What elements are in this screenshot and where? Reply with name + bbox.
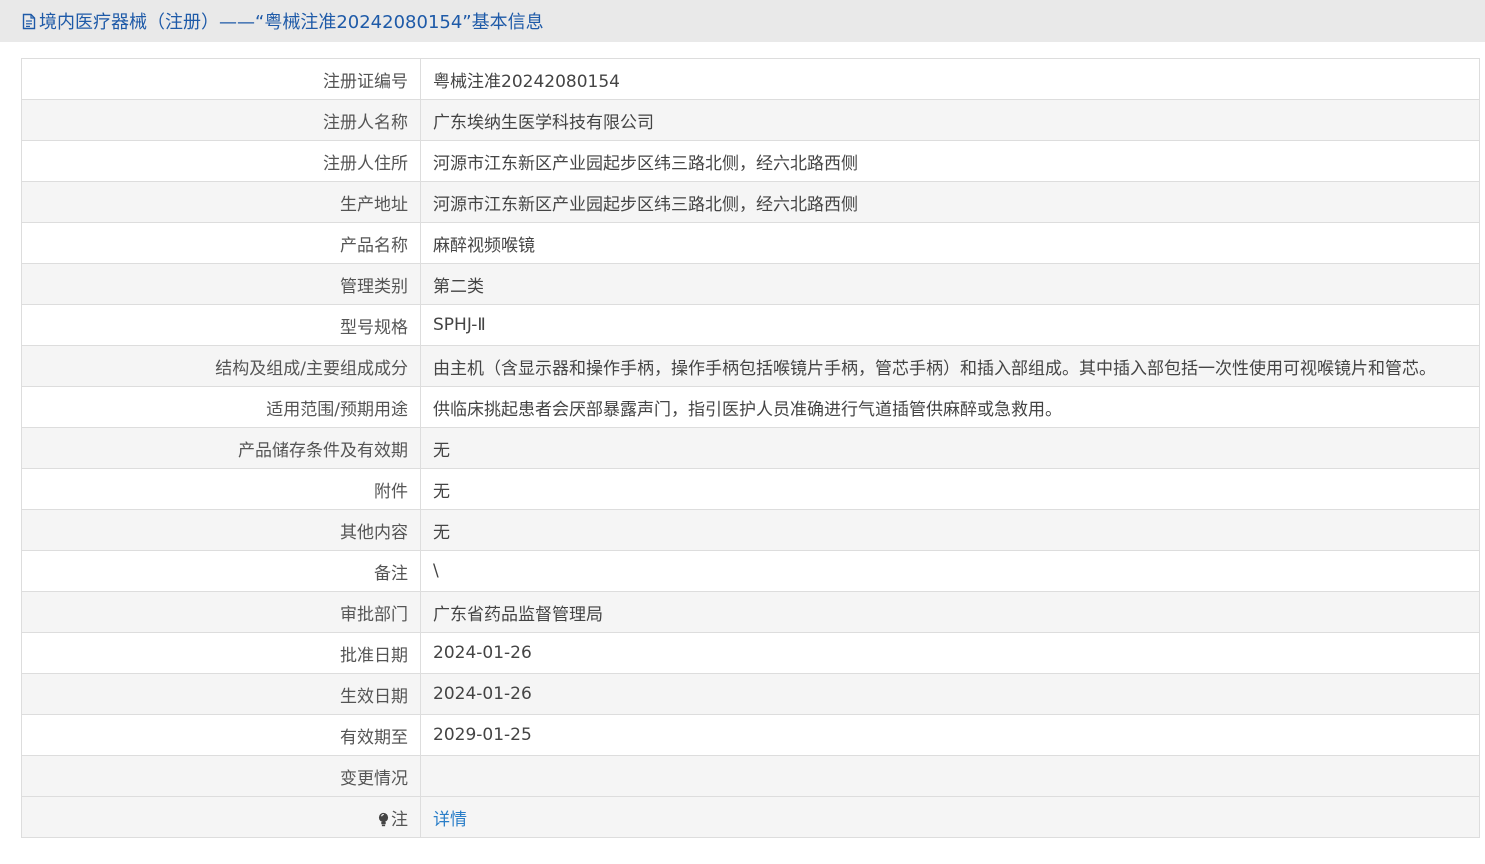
row-label: 批准日期	[21, 632, 421, 674]
info-table: 注册证编号 粤械注准20242080154 注册人名称 广东埃纳生医学科技有限公司 注册…	[21, 58, 1480, 838]
table-row: 变更情况	[21, 755, 1480, 797]
table-row: 生效日期 2024-01-26	[21, 673, 1480, 715]
row-value: 广东埃纳生医学科技有限公司	[420, 99, 1480, 141]
row-value: 2024-01-26	[420, 632, 1480, 674]
table-row: 适用范围/预期用途 供临床挑起患者会厌部暴露声门，指引医护人员准确进行气道插管供麻…	[21, 386, 1480, 428]
page-header: 境内医疗器械（注册）——“粤械注准20242080154”基本信息	[0, 0, 1485, 42]
detail-link[interactable]: 详情	[433, 810, 467, 830]
table-row: 注册人住所 河源市江东新区产业园起步区纬三路北侧，经六北路西侧	[21, 140, 1480, 182]
row-label: 产品储存条件及有效期	[21, 427, 421, 469]
table-row: 有效期至 2029-01-25	[21, 714, 1480, 756]
lightbulb-icon	[378, 812, 389, 826]
table-row: 生产地址 河源市江东新区产业园起步区纬三路北侧，经六北路西侧	[21, 181, 1480, 223]
row-value	[420, 755, 1480, 797]
table-row: 批准日期 2024-01-26	[21, 632, 1480, 674]
row-value: 2029-01-25	[420, 714, 1480, 756]
row-value: 无	[420, 509, 1480, 551]
row-label: 其他内容	[21, 509, 421, 551]
row-label: 生产地址	[21, 181, 421, 223]
row-label: 注册人名称	[21, 99, 421, 141]
table-row: 附件无	[21, 468, 1480, 510]
table-row: 注册人名称 广东埃纳生医学科技有限公司	[21, 99, 1480, 141]
table-row: 审批部门 广东省药品监督管理局	[21, 591, 1480, 633]
row-label: 审批部门	[21, 591, 421, 633]
row-label: 结构及组成/主要组成成分	[21, 345, 421, 387]
row-label: 注册人住所	[21, 140, 421, 182]
table-row: 备注 \	[21, 550, 1480, 592]
row-label: 产品名称	[21, 222, 421, 264]
row-value: 粤械注准20242080154	[420, 58, 1480, 100]
row-label: 型号规格	[21, 304, 421, 346]
row-value: 由主机（含显示器和操作手柄，操作手柄包括喉镜片手柄，管芯手柄）和插入部组成。其中…	[420, 345, 1480, 387]
row-value: 第二类	[420, 263, 1480, 305]
document-icon	[22, 13, 36, 29]
table-row: 型号规格 SPHJ-Ⅱ	[21, 304, 1480, 346]
info-table-container: 注册证编号 粤械注准20242080154 注册人名称 广东埃纳生医学科技有限公司 注册…	[21, 58, 1480, 838]
note-label-cell: 注	[21, 796, 421, 838]
row-label: 有效期至	[21, 714, 421, 756]
row-label: 附件	[21, 468, 421, 510]
table-row: 其他内容无	[21, 509, 1480, 551]
row-value: 麻醉视频喉镜	[420, 222, 1480, 264]
table-row: 产品储存条件及有效期无	[21, 427, 1480, 469]
row-label: 适用范围/预期用途	[21, 386, 421, 428]
note-label: 注	[391, 809, 408, 830]
row-label: 注册证编号	[21, 58, 421, 100]
row-value: 无	[420, 468, 1480, 510]
row-value: SPHJ-Ⅱ	[420, 304, 1480, 346]
row-value: 供临床挑起患者会厌部暴露声门，指引医护人员准确进行气道插管供麻醉或急救用。	[420, 386, 1480, 428]
table-row-note: 注 详情	[21, 796, 1480, 838]
note-value-cell: 详情	[420, 796, 1480, 838]
row-value: 无	[420, 427, 1480, 469]
row-value: 河源市江东新区产业园起步区纬三路北侧，经六北路西侧	[420, 140, 1480, 182]
row-value: 河源市江东新区产业园起步区纬三路北侧，经六北路西侧	[420, 181, 1480, 223]
row-label: 管理类别	[21, 263, 421, 305]
row-value: \	[420, 550, 1480, 592]
row-label: 生效日期	[21, 673, 421, 715]
row-label: 备注	[21, 550, 421, 592]
page-title: 境内医疗器械（注册）——“粤械注准20242080154”基本信息	[39, 12, 544, 33]
table-row: 注册证编号 粤械注准20242080154	[21, 58, 1480, 100]
table-row: 产品名称 麻醉视频喉镜	[21, 222, 1480, 264]
table-row: 结构及组成/主要组成成分 由主机（含显示器和操作手柄，操作手柄包括喉镜片手柄，管芯…	[21, 345, 1480, 387]
row-value: 广东省药品监督管理局	[420, 591, 1480, 633]
row-value: 2024-01-26	[420, 673, 1480, 715]
row-label: 变更情况	[21, 755, 421, 797]
table-row: 管理类别 第二类	[21, 263, 1480, 305]
